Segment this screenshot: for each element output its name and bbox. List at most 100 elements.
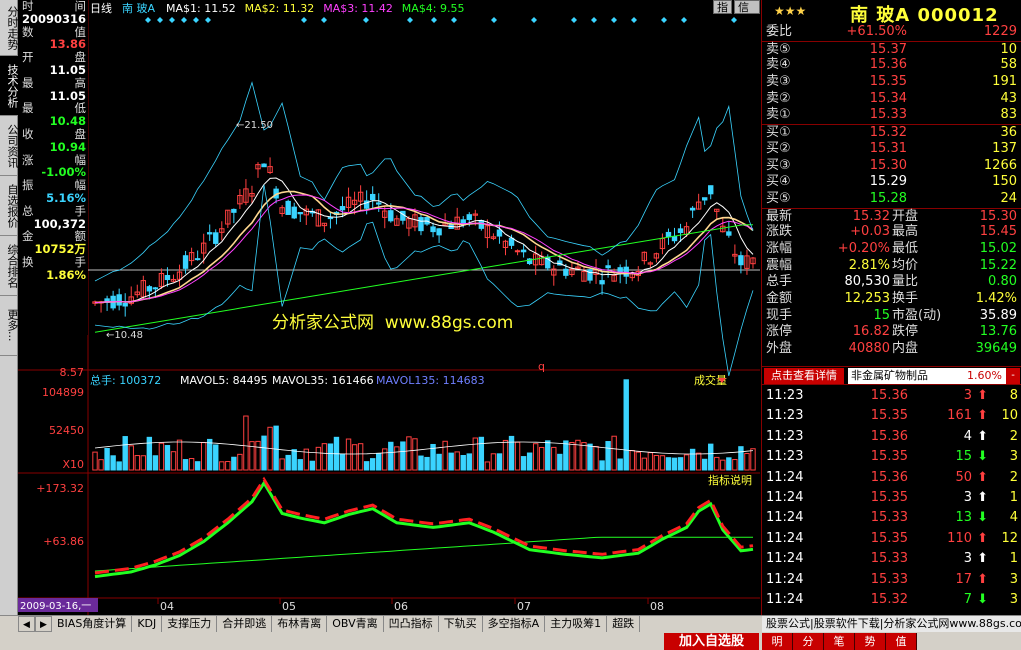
tick-row[interactable]: 11:23 15.36 3 ⬆ 8 — [762, 386, 1021, 406]
tick-row[interactable]: 11:24 15.33 17 ⬆ 3 — [762, 570, 1021, 590]
order-row[interactable]: 卖④ 15.36 58 — [762, 57, 1021, 74]
signal-diamond — [661, 17, 667, 23]
view-details-button[interactable]: 点击查看详情 — [764, 368, 844, 384]
info-label: 收 — [22, 126, 34, 141]
tick-row[interactable]: 11:23 15.35 15 ⬇ 3 — [762, 447, 1021, 467]
info-label-suffix: 高 — [74, 75, 87, 90]
indicator-button[interactable]: 指 — [713, 0, 732, 14]
volume-bar — [225, 461, 231, 471]
tick-row[interactable]: 11:24 15.36 50 ⬆ 2 — [762, 468, 1021, 488]
order-row[interactable]: 委比 +61.50% 1229 — [762, 24, 1021, 41]
info-button[interactable]: 信息 — [734, 0, 760, 27]
order-row[interactable]: 买① 15.32 36 — [762, 124, 1021, 141]
tab-watchlist-quotes[interactable]: 自选报价 — [0, 176, 19, 236]
indicator-tab[interactable]: 下轨买 — [438, 616, 483, 632]
order-price: 15.35 — [869, 74, 907, 90]
volume-bar — [635, 451, 641, 471]
add-to-watchlist-button[interactable]: 加入自选股 — [664, 633, 759, 650]
low-marker: ←10.48 — [106, 330, 143, 341]
indicator-tab[interactable]: 合并即逃 — [217, 616, 273, 632]
tab-more[interactable]: 更多... — [0, 296, 19, 356]
volume-bar — [116, 461, 122, 471]
promo-banner[interactable]: 股票公式|股票软件下载|分析家公式网www.88gs.com — [762, 616, 1021, 632]
quick-button[interactable]: 值 — [886, 633, 917, 650]
tick-count: 3 — [1009, 571, 1018, 587]
order-row[interactable]: 卖⑤ 15.37 10 — [762, 40, 1021, 58]
tick-row[interactable]: 11:24 15.33 13 ⬇ 4 — [762, 508, 1021, 528]
indicator-tab[interactable]: 凹凸指标 — [383, 616, 439, 632]
tick-row[interactable]: 11:24 15.32 7 ⬇ 3 — [762, 590, 1021, 610]
indicator-tab[interactable]: 多空指标A — [482, 616, 546, 632]
order-row[interactable]: 买③ 15.30 1266 — [762, 158, 1021, 175]
tick-row[interactable]: 11:23 15.35 161 ⬆ 10 — [762, 406, 1021, 426]
tick-row[interactable]: 11:23 15.36 4 ⬆ 2 — [762, 427, 1021, 447]
candle-body — [520, 249, 527, 253]
candle-body — [297, 211, 303, 215]
candle-body — [418, 217, 424, 232]
order-price: +61.50% — [846, 24, 907, 39]
indicator-tab[interactable]: 主力吸筹1 — [545, 616, 608, 632]
order-label: 买② — [766, 140, 791, 156]
volume-bar — [701, 458, 708, 471]
tab-technical-analysis[interactable]: 技术分析 — [0, 56, 19, 116]
order-volume: 58 — [1000, 57, 1017, 73]
indicator-tab[interactable]: BIAS角度计算 — [52, 616, 133, 632]
scroll-right-icon[interactable]: ▶ — [35, 616, 52, 632]
info-label-row: 换手 — [18, 256, 88, 269]
tab-ranking[interactable]: 综合排名 — [0, 236, 19, 296]
volume-bar — [92, 451, 98, 471]
tick-volume: 13 — [955, 510, 972, 526]
info-label: 振 — [22, 178, 34, 193]
ma3-line — [94, 194, 754, 303]
volume-bar — [581, 442, 587, 471]
volume-bar — [188, 458, 195, 471]
info-label: 开 — [22, 50, 34, 65]
volume-bar — [545, 440, 551, 471]
volume-bar — [472, 437, 479, 471]
stat-value: 80,530 — [844, 274, 891, 290]
scroll-left-icon[interactable]: ◀ — [18, 616, 35, 632]
tick-row[interactable]: 11:24 15.35 3 ⬆ 1 — [762, 488, 1021, 508]
order-row[interactable]: 买④ 15.29 150 — [762, 174, 1021, 191]
chart-stock-name: 南 玻A — [122, 2, 155, 15]
candle-body — [738, 255, 744, 266]
tick-row[interactable]: 11:24 15.35 110 ⬆ 12 — [762, 529, 1021, 549]
order-row[interactable]: 卖③ 15.35 191 — [762, 74, 1021, 91]
order-volume: 150 — [992, 174, 1017, 190]
volume-bar — [285, 454, 291, 471]
tick-list[interactable]: 11:23 15.36 3 ⬆ 8 11:23 15.35 161 ⬆ 10 11:23 15.36 4… — [762, 386, 1021, 610]
indicator-tab[interactable]: OBV青离 — [327, 616, 384, 632]
signal-diamond — [193, 17, 199, 23]
quick-button[interactable]: 笔 — [824, 633, 855, 650]
dropdown-button[interactable]: - — [1006, 368, 1020, 384]
quick-button[interactable]: 明 — [762, 633, 793, 650]
candle-body — [701, 197, 708, 201]
order-volume: 24 — [1000, 190, 1017, 206]
indicator-tab[interactable]: 布林青离 — [272, 616, 328, 632]
order-volume: 83 — [1000, 107, 1017, 123]
signal-diamond — [631, 17, 637, 23]
tab-company-info[interactable]: 公司资讯 — [0, 116, 19, 176]
signal-diamond — [611, 17, 617, 23]
tick-row[interactable]: 11:24 15.33 3 ⬆ 1 — [762, 549, 1021, 569]
order-price: 15.31 — [869, 140, 907, 156]
tab-time-share[interactable]: 分时走势 — [0, 0, 19, 56]
industry-category[interactable]: 非金属矿物制品 1.60% — [848, 368, 1006, 384]
order-row[interactable]: 卖② 15.34 43 — [762, 91, 1021, 108]
indicator-tab[interactable]: 超跌 — [607, 616, 641, 632]
order-label: 卖④ — [766, 57, 791, 73]
quick-button[interactable]: 势 — [855, 633, 886, 650]
stat-value: +0.03 — [850, 224, 890, 240]
candle-body — [116, 294, 122, 306]
signal-diamond — [321, 17, 327, 23]
indicator-tab[interactable]: KDJ — [132, 616, 163, 632]
candle-body — [563, 268, 569, 276]
order-row[interactable]: 买② 15.31 137 — [762, 141, 1021, 158]
tick-price: 15.33 — [870, 551, 908, 567]
volume-bar — [617, 458, 623, 471]
order-row[interactable]: 买⑤ 15.28 24 — [762, 191, 1021, 208]
volume-bar — [207, 438, 213, 471]
indicator-tab[interactable]: 支撑压力 — [162, 616, 218, 632]
order-row[interactable]: 卖① 15.33 83 — [762, 107, 1021, 124]
quick-button[interactable]: 分 — [793, 633, 824, 650]
